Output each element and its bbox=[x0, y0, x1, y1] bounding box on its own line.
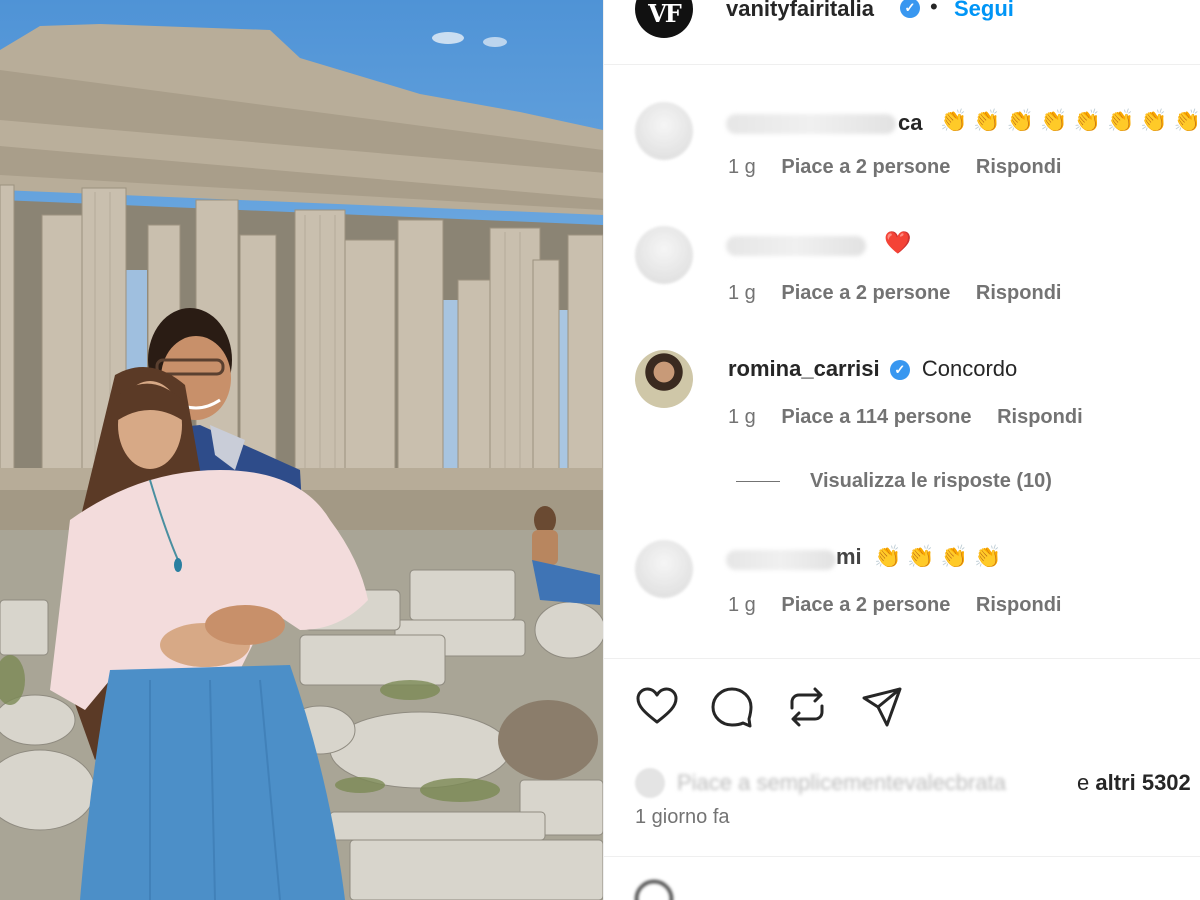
post-header: VF vanityfairitalia ✓ • Segui bbox=[604, 0, 1200, 65]
comment-meta: 1 g Piace a 2 persone Rispondi bbox=[728, 156, 1081, 179]
share-button[interactable] bbox=[859, 684, 905, 730]
share-icon bbox=[862, 687, 902, 727]
reply-button[interactable]: Rispondi bbox=[976, 282, 1062, 304]
post-sidebar: VF vanityfairitalia ✓ • Segui ca 👏👏👏👏👏👏👏… bbox=[603, 0, 1200, 900]
divider bbox=[604, 658, 1200, 659]
commenter-avatar[interactable] bbox=[635, 226, 693, 284]
commenter-name-blurred bbox=[726, 550, 836, 570]
likes-blurred-name: Piace a semplicementevalecbrata bbox=[677, 770, 1006, 795]
divider bbox=[604, 856, 1200, 857]
repost-button[interactable] bbox=[784, 684, 830, 730]
verified-badge-icon: ✓ bbox=[889, 360, 910, 381]
repost-icon bbox=[790, 687, 824, 727]
commenter-avatar[interactable] bbox=[635, 102, 693, 160]
comment-line: romina_carrisi ✓ Concordo bbox=[728, 356, 1017, 382]
likes-summary[interactable]: Piace a semplicementevalecbrata e altri … bbox=[635, 768, 1200, 798]
comment-meta: 1 g Piace a 114 persone Rispondi bbox=[728, 406, 1103, 429]
emoji-icon[interactable] bbox=[635, 880, 673, 900]
reply-button[interactable]: Rispondi bbox=[976, 594, 1062, 616]
comment-button[interactable] bbox=[709, 684, 755, 730]
verified-badge-icon: ✓ bbox=[900, 0, 920, 18]
follow-button[interactable]: Segui bbox=[954, 0, 1014, 22]
commenter-avatar[interactable] bbox=[635, 350, 693, 408]
likes-others[interactable]: altri 5302 bbox=[1095, 770, 1190, 795]
author-avatar[interactable]: VF bbox=[635, 0, 693, 38]
commenter-name-blurred bbox=[726, 236, 866, 256]
reply-button[interactable]: Rispondi bbox=[976, 156, 1062, 178]
view-replies-label: Visualizza le risposte (10) bbox=[810, 470, 1052, 492]
comment-likes[interactable]: Piace a 2 persone bbox=[781, 594, 950, 616]
comment-time: 1 g bbox=[728, 282, 756, 304]
comment-likes[interactable]: Piace a 2 persone bbox=[781, 282, 950, 304]
likes-conjunction: e bbox=[1077, 770, 1090, 795]
comment-meta: 1 g Piace a 2 persone Rispondi bbox=[728, 282, 1081, 305]
heart-icon bbox=[636, 687, 678, 724]
post-photo bbox=[0, 0, 603, 900]
separator-dot: • bbox=[930, 0, 938, 19]
commenter-name[interactable]: ca bbox=[898, 110, 922, 136]
comment-text: 👏👏👏👏 bbox=[874, 544, 1008, 569]
view-replies-button[interactable]: Visualizza le risposte (10) bbox=[736, 470, 1052, 493]
like-button[interactable] bbox=[634, 684, 680, 730]
commenter-name[interactable]: mi bbox=[836, 544, 862, 570]
commenter-name[interactable]: romina_carrisi bbox=[728, 356, 880, 381]
comment-text: ❤️ bbox=[884, 230, 912, 255]
commenter-avatar[interactable] bbox=[635, 540, 693, 598]
liker-avatar bbox=[635, 768, 665, 798]
add-comment-area[interactable] bbox=[635, 880, 703, 900]
comment-time: 1 g bbox=[728, 406, 756, 428]
reply-button[interactable]: Rispondi bbox=[997, 406, 1083, 428]
commenter-name-blurred bbox=[726, 114, 896, 134]
photo-illustration bbox=[0, 24, 603, 900]
comment-likes[interactable]: Piace a 114 persone bbox=[781, 406, 971, 428]
comment-text: Concordo bbox=[921, 356, 1018, 381]
likes-count-text: e altri 5302 bbox=[1077, 770, 1191, 796]
post-time: 1 giorno fa bbox=[635, 806, 730, 828]
comment-time: 1 g bbox=[728, 156, 756, 178]
comment-icon bbox=[711, 687, 753, 728]
comment-time: 1 g bbox=[728, 594, 756, 616]
comment-meta: 1 g Piace a 2 persone Rispondi bbox=[728, 594, 1081, 617]
comment-text: 👏👏👏👏👏👏👏👏 bbox=[940, 108, 1200, 133]
comment-likes[interactable]: Piace a 2 persone bbox=[781, 156, 950, 178]
replies-line-divider bbox=[736, 481, 780, 483]
author-username[interactable]: vanityfairitalia bbox=[726, 0, 874, 22]
